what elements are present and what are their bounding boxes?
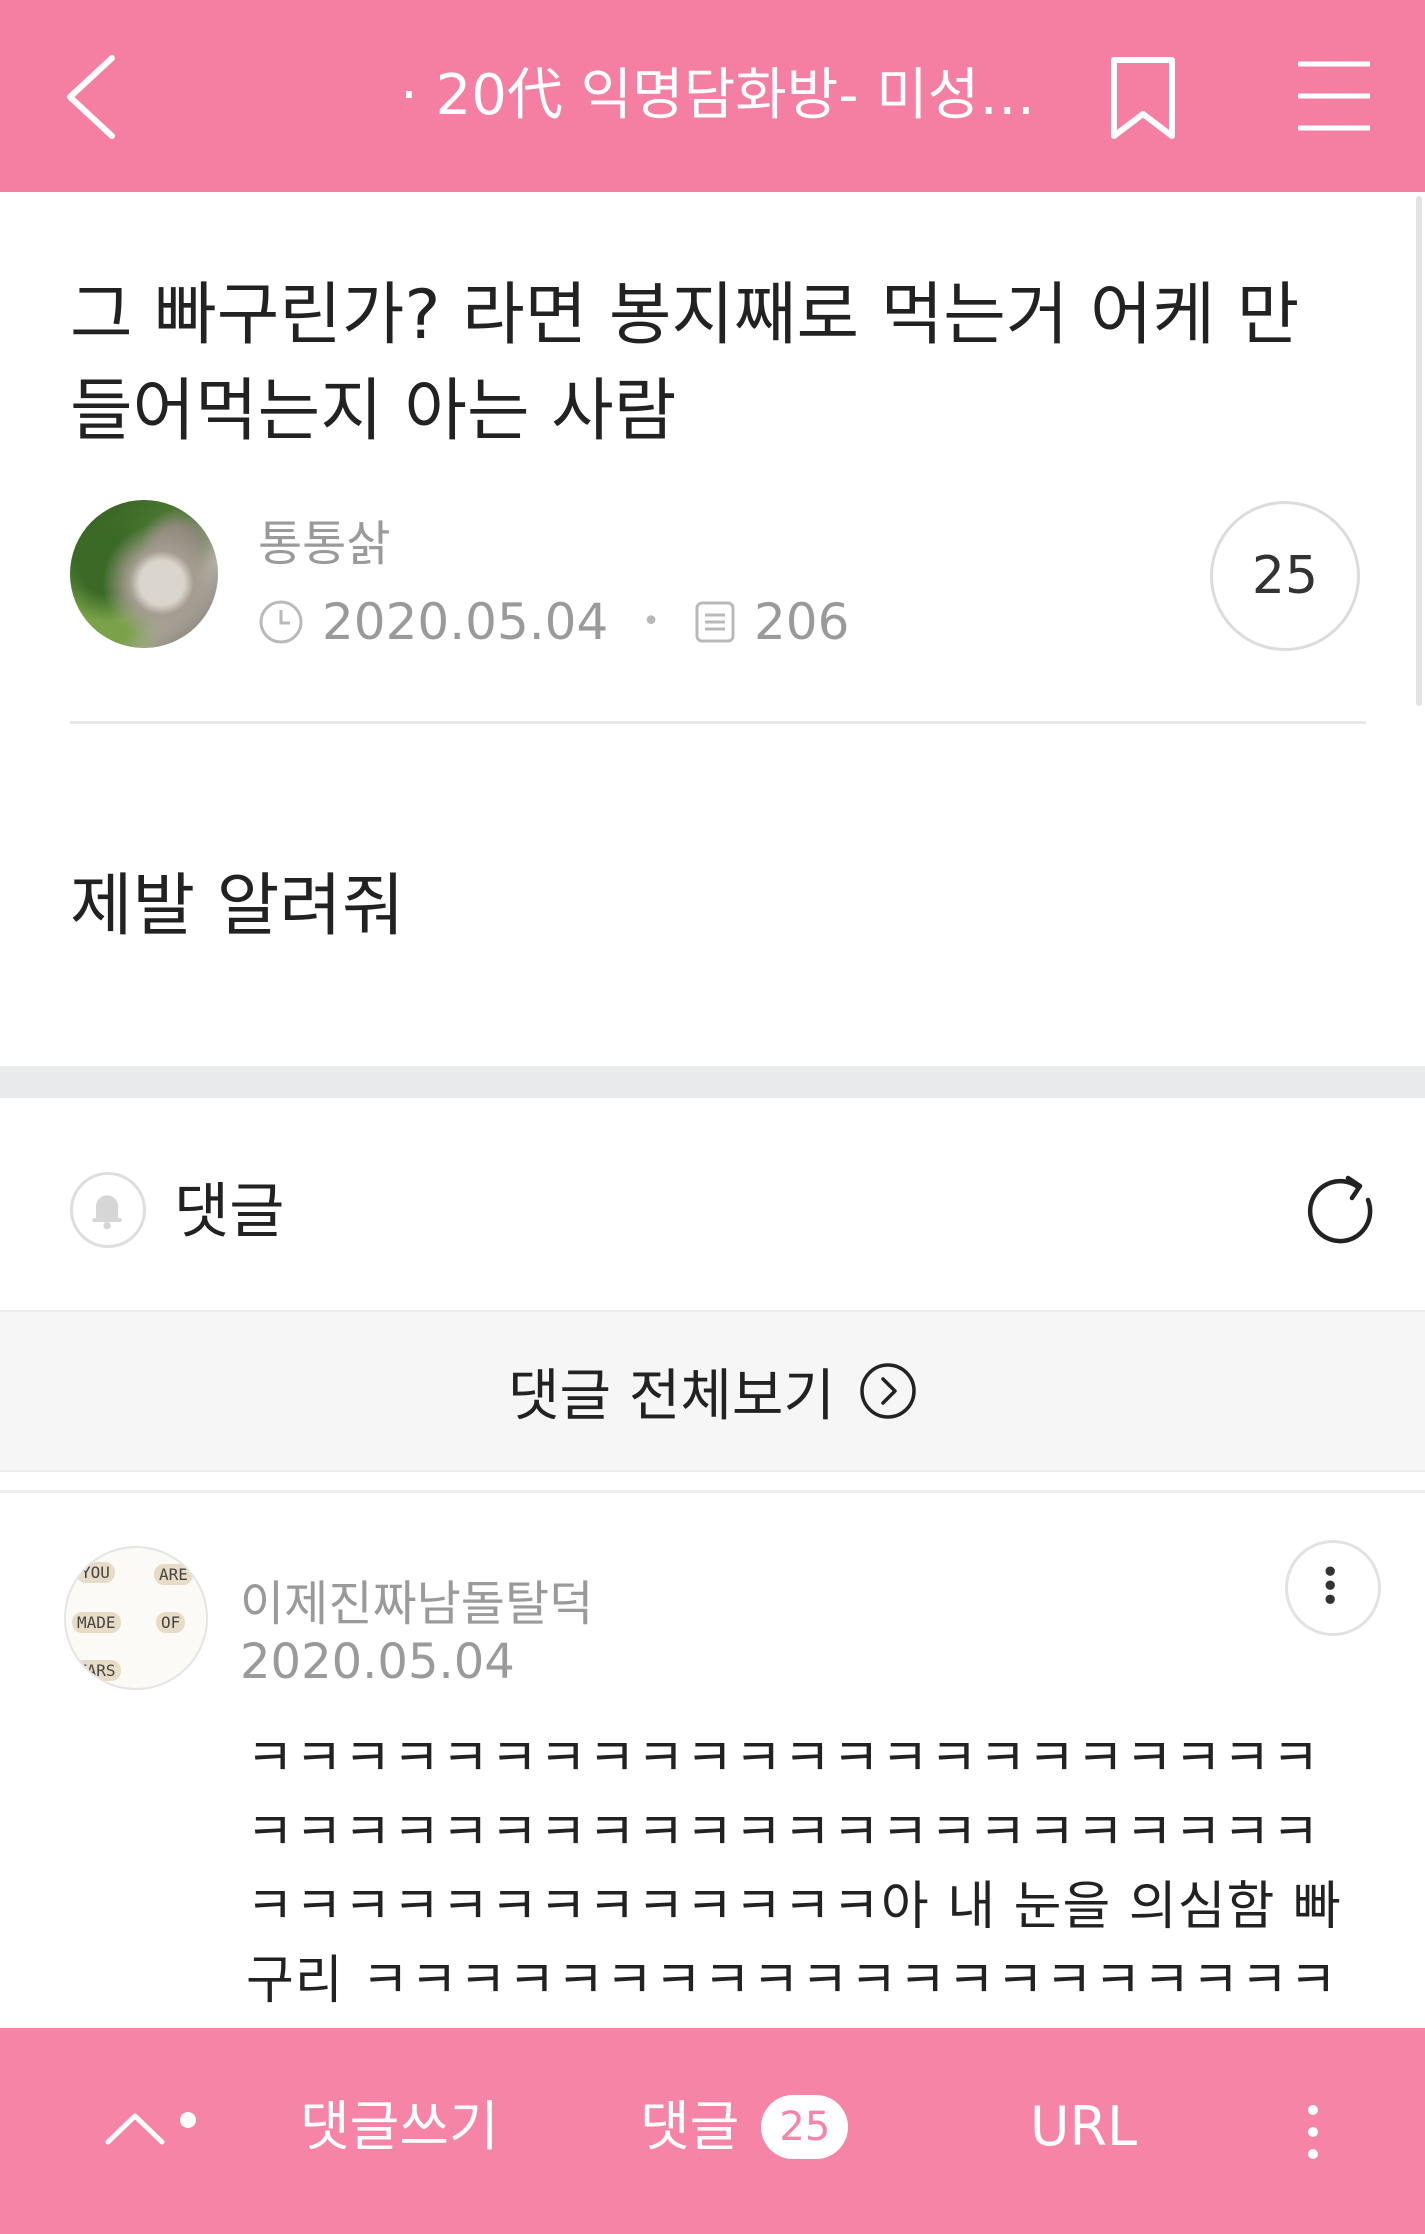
comment-author[interactable]: 이제진짜남돌탈덕 bbox=[240, 1564, 593, 1634]
copy-url-button[interactable]: URL bbox=[1030, 2092, 1137, 2162]
post-title: 그 빠구린가? 라면 봉지째로 먹는거 어케 만들어먹는지 아는 사람 bbox=[70, 276, 1300, 451]
notification-dot bbox=[180, 2112, 196, 2128]
meta-separator: • bbox=[642, 604, 660, 639]
more-vertical-icon[interactable] bbox=[1296, 2102, 1330, 2162]
scrollbar[interactable] bbox=[1416, 196, 1422, 706]
commenter-avatar[interactable]: YOU ARE MADE OF TARS bbox=[64, 1546, 208, 1690]
cafe-title[interactable]: · 20代 익명담화방- 미성… bbox=[400, 56, 1040, 136]
avatar-word: TARS bbox=[72, 1660, 121, 1681]
top-app-bar: · 20代 익명담화방- 미성… bbox=[0, 0, 1425, 192]
write-comment-button[interactable]: 댓글쓰기 bbox=[300, 2092, 499, 2162]
avatar-word: OF bbox=[156, 1612, 186, 1633]
divider bbox=[0, 1490, 1425, 1493]
hamburger-menu-icon[interactable] bbox=[1294, 58, 1374, 134]
views-icon bbox=[695, 601, 735, 643]
post-date: 2020.05.04 bbox=[322, 593, 609, 651]
view-all-comments-button[interactable]: 댓글 전체보기 bbox=[0, 1310, 1425, 1472]
comment-more-button[interactable] bbox=[1285, 1540, 1381, 1636]
comments-count-badge: 25 bbox=[761, 2095, 849, 2159]
chevron-up-icon[interactable] bbox=[100, 2098, 170, 2158]
avatar-word: ARE bbox=[154, 1564, 193, 1585]
chevron-right-circle-icon bbox=[860, 1363, 916, 1419]
post-views: 206 bbox=[753, 593, 850, 651]
view-all-comments-label: 댓글 전체보기 bbox=[508, 1363, 835, 1429]
comments-heading: 댓글 bbox=[174, 1177, 285, 1247]
comments-button-label: 댓글 bbox=[640, 2095, 740, 2158]
section-separator bbox=[0, 1066, 1425, 1098]
clock-icon bbox=[259, 600, 303, 644]
avatar-word: YOU bbox=[76, 1562, 115, 1583]
chevron-left-icon[interactable] bbox=[60, 52, 140, 142]
author-avatar[interactable] bbox=[70, 500, 218, 648]
notification-bell-button[interactable] bbox=[70, 1172, 146, 1248]
bell-icon bbox=[92, 1195, 122, 1230]
comment-count-button[interactable]: 25 bbox=[1210, 501, 1360, 651]
post-author[interactable]: 통통삵 bbox=[258, 504, 390, 574]
bookmark-icon[interactable] bbox=[1108, 56, 1178, 140]
bottom-action-bar: 댓글쓰기 댓글 25 URL bbox=[0, 2028, 1425, 2234]
divider bbox=[70, 721, 1366, 724]
post-body: 제발 알려줘 bbox=[70, 867, 405, 946]
avatar-word: MADE bbox=[72, 1612, 121, 1633]
more-vertical-icon bbox=[1325, 1566, 1335, 1604]
comment-date: 2020.05.04 bbox=[240, 1634, 515, 1690]
comments-button[interactable]: 댓글 25 bbox=[640, 2092, 849, 2162]
post-meta: 2020.05.04 • 206 bbox=[258, 590, 849, 654]
refresh-icon[interactable] bbox=[1302, 1170, 1382, 1250]
